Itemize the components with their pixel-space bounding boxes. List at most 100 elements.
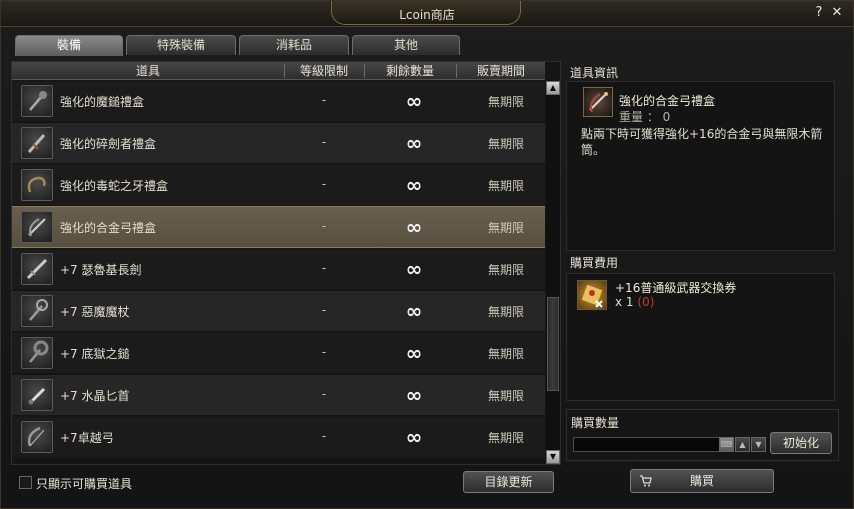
item-level-limit: - bbox=[321, 387, 327, 401]
item-sale-period: 無期限 bbox=[487, 221, 524, 235]
table-row[interactable]: +7 底獄之鎚 - ∞ 無期限 bbox=[12, 333, 545, 373]
table-row[interactable]: 強化的毒蛇之牙禮盒 - ∞ 無期限 bbox=[12, 165, 545, 205]
item-info-weight: 重量 ： 0 bbox=[619, 110, 671, 124]
item-name: 強化的毒蛇之牙禮盒 bbox=[60, 179, 169, 193]
mace-icon bbox=[21, 85, 53, 117]
scroll-thumb[interactable] bbox=[547, 297, 559, 391]
cost-item-name: +16普通級武器交換券 bbox=[615, 281, 737, 295]
crystal-dagger-icon bbox=[21, 379, 53, 411]
item-sale-period: 無期限 bbox=[487, 137, 524, 151]
item-remaining-qty: ∞ bbox=[405, 131, 423, 155]
item-info-description: 點兩下時可獲得強化+16的合金弓與無限木箭筒。 bbox=[581, 127, 823, 157]
item-remaining-qty: ∞ bbox=[405, 89, 423, 113]
cost-owned: (0) bbox=[637, 295, 655, 309]
excellent-bow-icon bbox=[21, 421, 53, 453]
long-sword-icon bbox=[21, 253, 53, 285]
item-level-limit: - bbox=[321, 261, 327, 275]
item-remaining-qty: ∞ bbox=[405, 257, 423, 281]
purchase-quantity-panel: 購買數量 ⌨ ▲ ▼ 初始化 bbox=[566, 409, 839, 461]
hell-hammer-icon bbox=[21, 337, 53, 369]
header-remaining: 剩餘數量 bbox=[385, 64, 434, 78]
item-sale-period: 無期限 bbox=[487, 431, 524, 445]
quantity-input[interactable] bbox=[573, 437, 733, 452]
window-title: Lcoin商店 bbox=[399, 8, 455, 22]
item-level-limit: - bbox=[321, 177, 327, 191]
tab-others[interactable]: 其他 bbox=[352, 35, 460, 55]
item-sale-period: 無期限 bbox=[487, 305, 524, 319]
tab-consumables[interactable]: 消耗品 bbox=[239, 35, 349, 55]
alloy-bow-icon bbox=[583, 87, 613, 117]
purchasable-filter-checkbox[interactable] bbox=[19, 476, 32, 489]
item-name: 強化的碎劍者禮盒 bbox=[60, 137, 157, 151]
item-sale-period: 無期限 bbox=[487, 263, 524, 277]
item-sale-period: 無期限 bbox=[487, 347, 524, 361]
buy-button[interactable]: 購買 bbox=[630, 469, 774, 493]
voucher-icon bbox=[577, 280, 607, 310]
table-row[interactable]: 強化的魔鎚禮盒 - ∞ 無期限 bbox=[12, 81, 545, 121]
cost-required: x 1 bbox=[615, 295, 634, 309]
item-remaining-qty: ∞ bbox=[405, 341, 423, 365]
help-button[interactable]: ? bbox=[811, 5, 827, 21]
item-name: +7 底獄之鎚 bbox=[60, 347, 130, 361]
item-name: +7 瑟魯基長劍 bbox=[60, 263, 142, 277]
item-name: +7 惡魔魔杖 bbox=[60, 305, 130, 319]
quantity-down-button[interactable]: ▼ bbox=[751, 437, 766, 452]
table-row[interactable]: 強化的合金弓禮盒 - ∞ 無期限 bbox=[12, 206, 545, 248]
item-sale-period: 無期限 bbox=[487, 179, 524, 193]
lcoin-shop-window: Lcoin商店 ? ✕ 裝備 特殊裝備 消耗品 其他 道具 等級限制 剩餘數量 … bbox=[0, 0, 854, 509]
table-header: 道具 等級限制 剩餘數量 販賣期間 bbox=[12, 62, 545, 80]
item-info-panel: 道具資訊 強化的合金弓禮盒 重量 ： 0 點兩下時可獲得強化+16的合金弓與無限… bbox=[566, 61, 837, 401]
table-row[interactable]: +7 水晶匕首 - ∞ 無期限 bbox=[12, 375, 545, 415]
snake-fang-icon bbox=[21, 169, 53, 201]
table-row[interactable]: +7 惡魔魔杖 - ∞ 無期限 bbox=[12, 291, 545, 331]
cost-title: 購買費用 bbox=[570, 256, 619, 270]
item-remaining-qty: ∞ bbox=[405, 425, 423, 449]
title-bar[interactable]: Lcoin商店 ? ✕ bbox=[1, 1, 853, 27]
header-item: 道具 bbox=[135, 64, 160, 78]
item-level-limit: - bbox=[321, 93, 327, 107]
alloy-bow-icon bbox=[21, 211, 53, 243]
keypad-icon[interactable]: ⌨ bbox=[719, 437, 734, 452]
list-scrollbar[interactable]: ▲ ▼ bbox=[546, 81, 560, 464]
table-row[interactable]: +7 瑟魯基長劍 - ∞ 無期限 bbox=[12, 249, 545, 289]
cost-amount: x 1 (0) bbox=[615, 295, 654, 309]
item-name: +7 水晶匕首 bbox=[60, 389, 130, 403]
purchasable-filter-label: 只顯示可購買道具 bbox=[36, 477, 133, 491]
table-row[interactable]: +7卓越弓 - ∞ 無期限 bbox=[12, 417, 545, 457]
scroll-down-button[interactable]: ▼ bbox=[546, 450, 560, 464]
refresh-catalog-button[interactable]: 目錄更新 bbox=[463, 471, 554, 493]
item-level-limit: - bbox=[321, 345, 327, 359]
item-name: +7卓越弓 bbox=[60, 431, 114, 445]
scroll-up-button[interactable]: ▲ bbox=[546, 81, 560, 95]
item-remaining-qty: ∞ bbox=[405, 215, 423, 239]
item-info-name: 強化的合金弓禮盒 bbox=[619, 94, 716, 108]
table-row[interactable]: 強化的碎劍者禮盒 - ∞ 無期限 bbox=[12, 123, 545, 163]
item-level-limit: - bbox=[321, 135, 327, 149]
item-remaining-qty: ∞ bbox=[405, 173, 423, 197]
item-level-limit: - bbox=[321, 429, 327, 443]
item-sale-period: 無期限 bbox=[487, 389, 524, 403]
demon-staff-icon bbox=[21, 295, 53, 327]
item-info-box: 強化的合金弓禮盒 重量 ： 0 點兩下時可獲得強化+16的合金弓與無限木箭筒。 bbox=[566, 81, 835, 251]
item-sale-period: 無期限 bbox=[487, 95, 524, 109]
item-list-panel: 道具 等級限制 剩餘數量 販賣期間 強化的魔鎚禮盒 - ∞ 無期限 強化的碎劍者禮盒 - ∞… bbox=[11, 61, 561, 465]
close-button[interactable]: ✕ bbox=[829, 5, 845, 21]
purchase-quantity-title: 購買數量 bbox=[571, 416, 620, 430]
item-name: 強化的合金弓禮盒 bbox=[60, 221, 157, 235]
item-level-limit: - bbox=[321, 303, 327, 317]
cart-icon bbox=[639, 470, 653, 495]
reset-button[interactable]: 初始化 bbox=[770, 432, 832, 454]
sword-breaker-icon bbox=[21, 127, 53, 159]
quantity-up-button[interactable]: ▲ bbox=[735, 437, 750, 452]
item-rows: 強化的魔鎚禮盒 - ∞ 無期限 強化的碎劍者禮盒 - ∞ 無期限 強化的毒蛇之牙禮盒 - ∞ 無期限強… bbox=[12, 81, 545, 466]
header-period: 販賣期間 bbox=[476, 64, 525, 78]
buy-button-label: 購買 bbox=[689, 474, 714, 488]
header-level: 等級限制 bbox=[299, 64, 348, 78]
item-level-limit: - bbox=[321, 219, 327, 233]
item-remaining-qty: ∞ bbox=[405, 383, 423, 407]
item-info-title: 道具資訊 bbox=[570, 66, 619, 80]
tab-special-equipment[interactable]: 特殊裝備 bbox=[126, 35, 236, 55]
tab-equipment[interactable]: 裝備 bbox=[15, 35, 123, 56]
item-remaining-qty: ∞ bbox=[405, 299, 423, 323]
cost-box: +16普通級武器交換券 x 1 (0) bbox=[566, 273, 835, 401]
